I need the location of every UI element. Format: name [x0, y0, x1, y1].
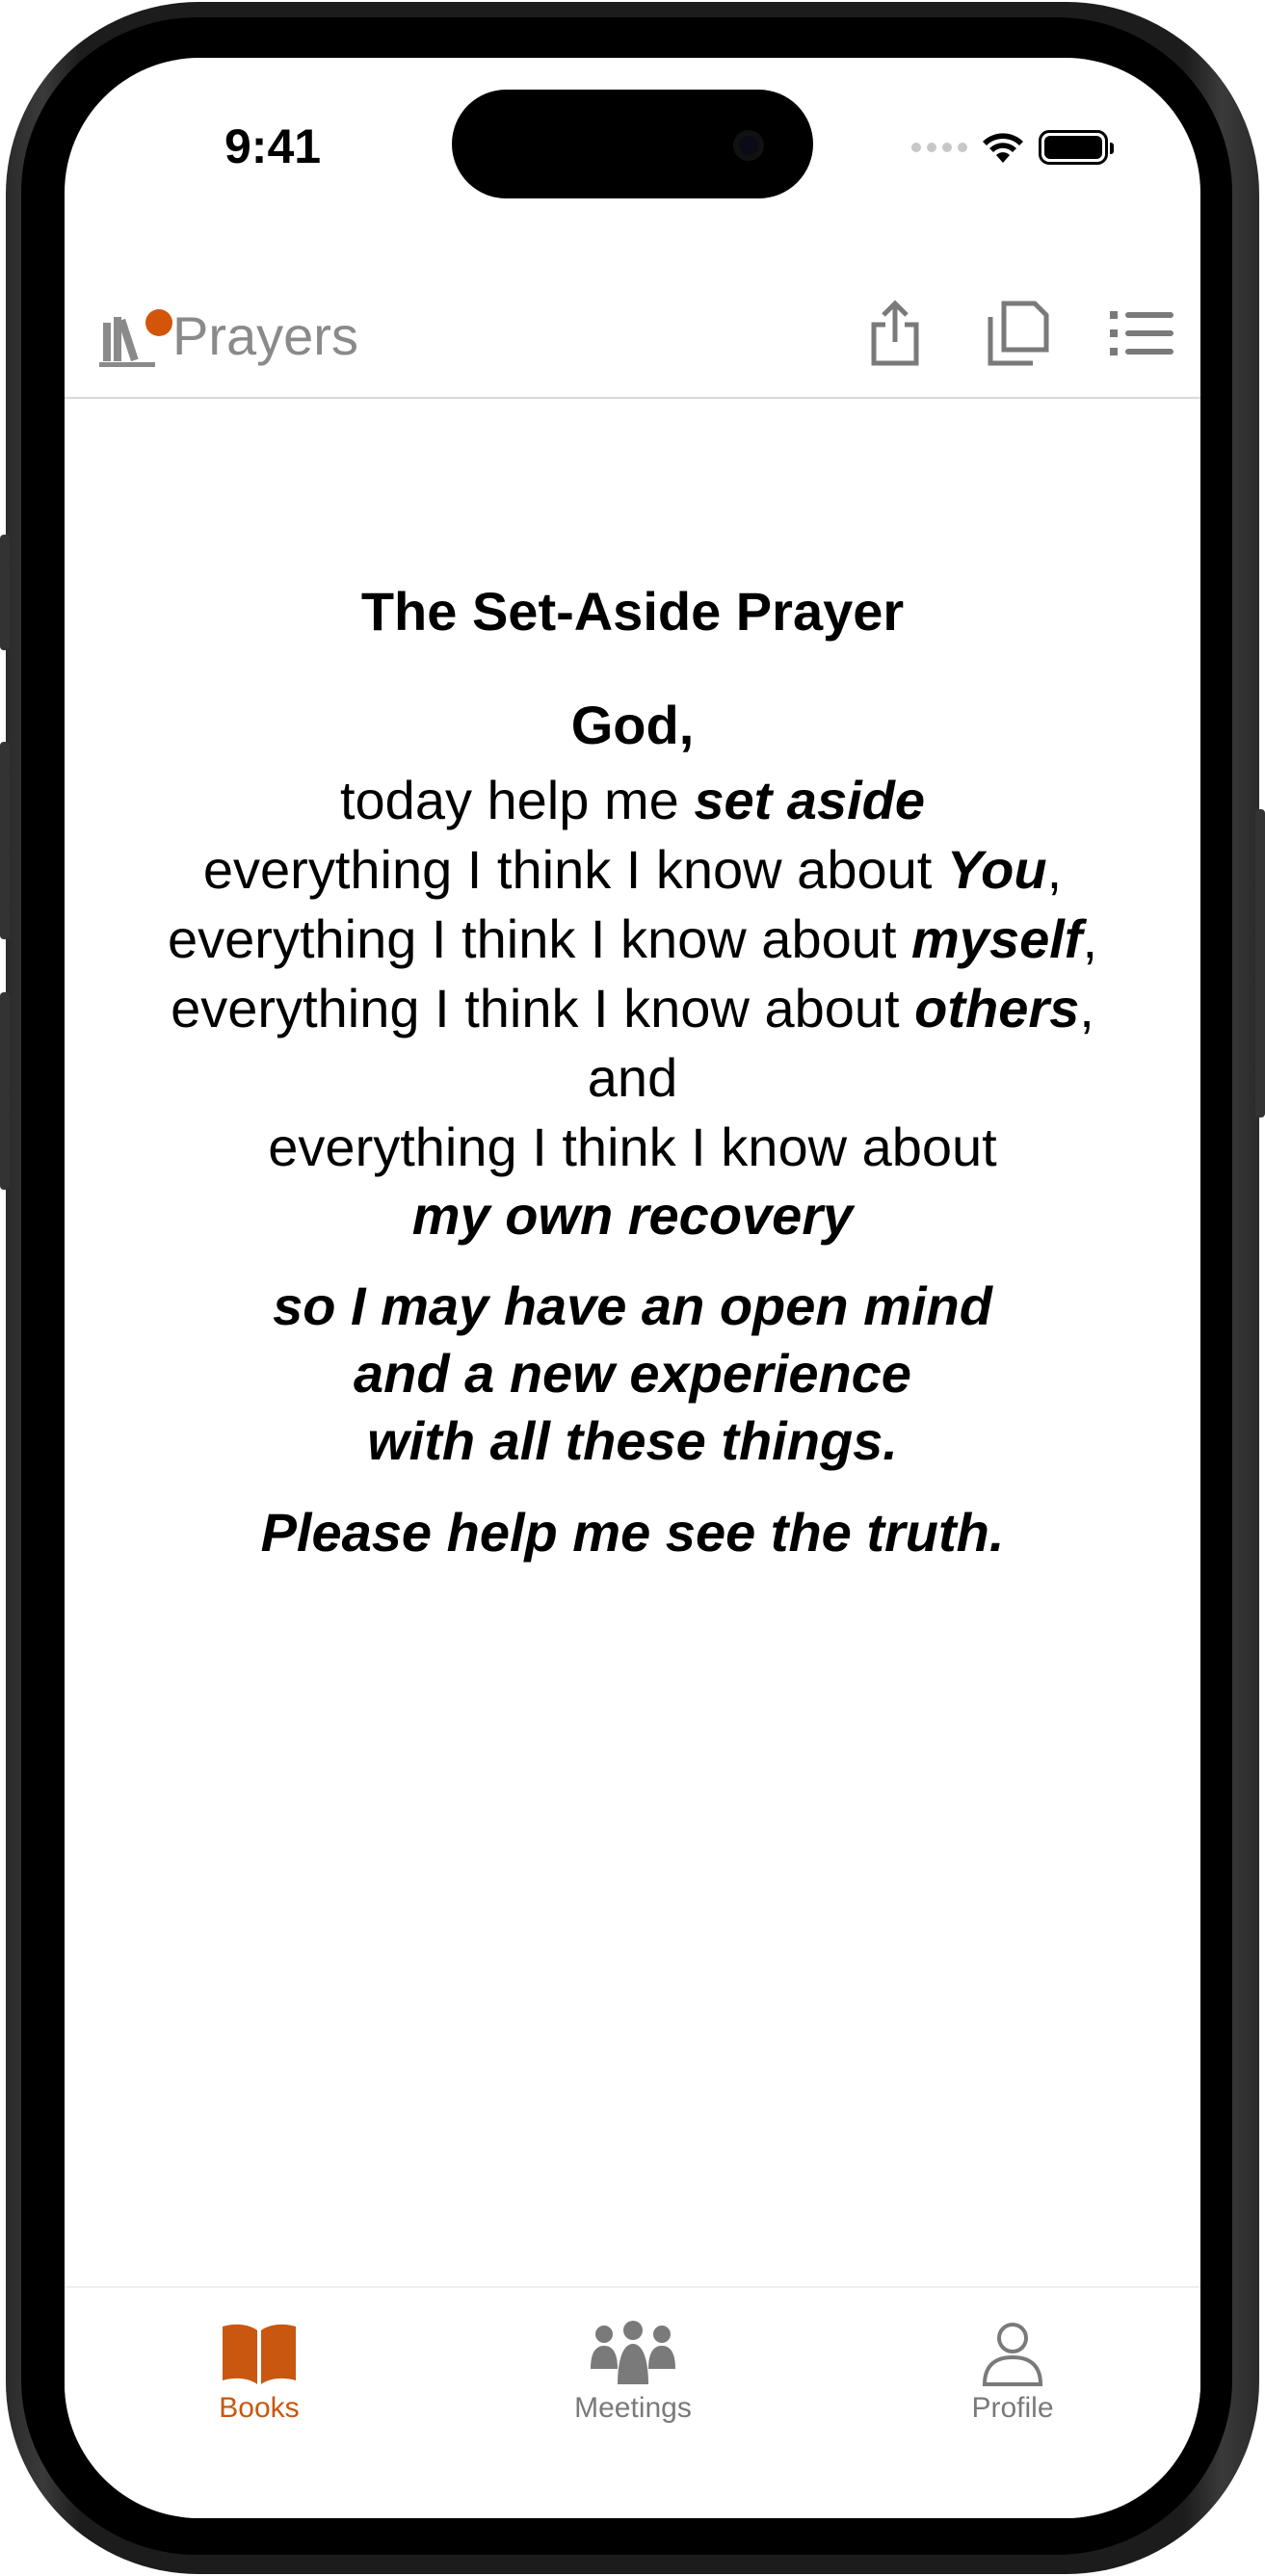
- prayer-salutation: God,: [570, 695, 695, 755]
- battery-icon: [1039, 130, 1114, 165]
- phone-frame: 9:41 Prayers The Set-Aside Prayer God, t…: [0, 0, 1265, 2576]
- prayer-line: and: [65, 1043, 1200, 1113]
- library-icon: [99, 302, 172, 369]
- prayer-line: everything I think I know about myself,: [65, 905, 1200, 974]
- status-time: 9:41: [224, 119, 322, 173]
- tab-bar: Books Meetings Profile: [65, 2286, 1200, 2518]
- prayer-line: my own recovery: [65, 1181, 1200, 1250]
- wifi-icon: [983, 133, 1023, 163]
- volume-down-button: [0, 992, 10, 1190]
- prayer-line-emphasis: my own recovery: [411, 1185, 854, 1246]
- tab-label-profile: Profile: [971, 2392, 1054, 2424]
- prayer-closing-line: and a new experience: [354, 1343, 911, 1404]
- prayer-line-text: everything I think I know about: [171, 978, 915, 1038]
- contents-button[interactable]: [1110, 299, 1173, 368]
- list-icon: [1110, 311, 1173, 355]
- tab-books[interactable]: Books: [153, 2301, 365, 2425]
- prayer-title: The Set-Aside Prayer: [360, 581, 905, 642]
- open-book-icon: [223, 2324, 296, 2384]
- prayer-line: everything I think I know about You,: [65, 835, 1200, 905]
- prayer-line-emphasis: You: [946, 839, 1047, 900]
- tab-label-meetings: Meetings: [574, 2392, 692, 2424]
- library-button[interactable]: Prayers: [99, 297, 358, 374]
- prayer-line-text: everything I think I know about: [168, 908, 911, 969]
- prayer-line-emphasis: set aside: [694, 770, 926, 830]
- dynamic-island: [452, 90, 813, 198]
- prayer-line: everything I think I know about others,: [65, 974, 1200, 1043]
- signal-icon: [911, 143, 967, 152]
- share-button[interactable]: [863, 299, 927, 368]
- share-icon: [871, 300, 919, 366]
- prayer-line-emphasis: myself: [911, 908, 1083, 969]
- prayer-final-line: Please help me see the truth.: [260, 1502, 1005, 1563]
- prayer-closing-line: so I may have an open mind: [273, 1275, 992, 1336]
- prayer-closing-line: with all these things.: [367, 1410, 898, 1471]
- prayer-line-punctuation: ,: [1079, 978, 1094, 1038]
- navigation-bar: Prayers: [65, 279, 1200, 399]
- prayer-line-text: and: [587, 1047, 678, 1108]
- prayer-line-text: today help me: [339, 770, 695, 830]
- page-title: Prayers: [172, 304, 358, 366]
- side-button: [1255, 809, 1265, 1117]
- prayer-line: everything I think I know about: [65, 1113, 1200, 1182]
- tab-profile[interactable]: Profile: [907, 2301, 1119, 2425]
- prayer-line-punctuation: ,: [1046, 839, 1063, 900]
- prayer-line-text: everything I think I know about: [202, 839, 947, 900]
- group-icon: [591, 2321, 675, 2384]
- prayer-line: today help me set aside: [65, 766, 1200, 835]
- person-icon: [982, 2323, 1043, 2386]
- mute-switch: [0, 535, 10, 650]
- volume-up-button: [0, 742, 10, 939]
- screen: 9:41 Prayers The Set-Aside Prayer God, t…: [65, 58, 1200, 2518]
- tab-meetings[interactable]: Meetings: [527, 2301, 739, 2425]
- copy-button[interactable]: [987, 299, 1050, 368]
- status-indicators: [911, 123, 1114, 171]
- prayer-line-emphasis: others: [914, 978, 1080, 1038]
- prayer-line-text: everything I think I know about: [268, 1117, 997, 1177]
- nav-actions: [863, 299, 1173, 368]
- notification-badge: [145, 309, 172, 336]
- copy-icon: [988, 301, 1049, 366]
- camera-icon: [733, 130, 764, 161]
- prayer-line-punctuation: ,: [1082, 908, 1097, 969]
- tab-label-books: Books: [219, 2392, 300, 2424]
